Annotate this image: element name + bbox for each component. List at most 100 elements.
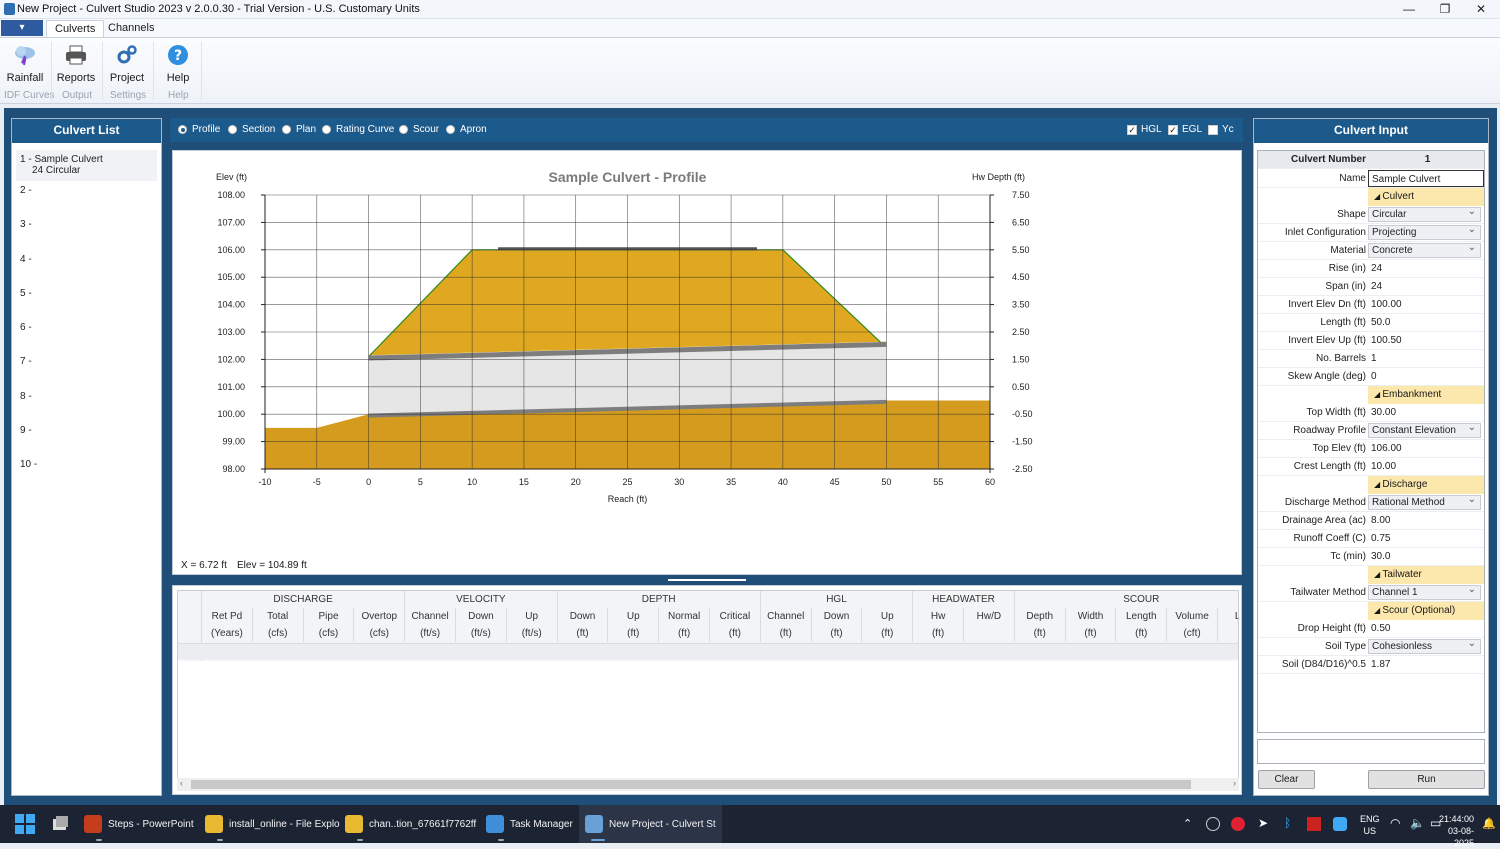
minimize-button[interactable]: — bbox=[1391, 0, 1427, 19]
security-icon[interactable] bbox=[1333, 817, 1347, 831]
restore-button[interactable]: ❐ bbox=[1427, 0, 1463, 19]
taskbar-app[interactable]: install_online - File Explo bbox=[205, 805, 340, 843]
notifications-icon[interactable]: 🔔 bbox=[1482, 817, 1496, 830]
checkbox-yc[interactable]: Yc bbox=[1208, 124, 1234, 135]
property-dropdown[interactable]: Constant Elevation bbox=[1368, 421, 1481, 438]
culvert-list-item-selected[interactable]: 1 - Sample Culvert 24 Circular bbox=[16, 150, 157, 181]
project-button[interactable]: Project bbox=[104, 44, 150, 84]
y2-tick-label: 3.50 bbox=[1012, 300, 1030, 310]
category-embankment[interactable]: ◢ Embankment bbox=[1258, 386, 1484, 404]
horizontal-scrollbar[interactable]: ‹ › bbox=[177, 778, 1239, 791]
property-input[interactable]: 10.00 bbox=[1368, 458, 1484, 475]
clock[interactable]: 21:44:00 03-08-2025 bbox=[1430, 813, 1474, 849]
list-item[interactable]: 5 - bbox=[12, 288, 161, 322]
telegram-icon[interactable]: ➤ bbox=[1258, 816, 1268, 830]
y-tick-label: 98.00 bbox=[222, 464, 245, 474]
cursor-x-readout: X = 6.72 ft bbox=[181, 560, 227, 571]
tray-app-icon[interactable] bbox=[1206, 817, 1220, 831]
wifi-icon[interactable]: ◠ bbox=[1390, 816, 1400, 830]
clear-button[interactable]: Clear bbox=[1258, 770, 1315, 789]
category-scour-optional-[interactable]: ◢ Scour (Optional) bbox=[1258, 602, 1484, 620]
property-label: Length (ft) bbox=[1320, 317, 1366, 328]
y-tick-label: 99.00 bbox=[222, 437, 245, 447]
category-tailwater[interactable]: ◢ Tailwater bbox=[1258, 566, 1484, 584]
property-dropdown[interactable]: Cohesionless bbox=[1368, 637, 1481, 654]
category-header[interactable]: ◢ Tailwater bbox=[1368, 566, 1484, 584]
radio-apron[interactable]: Apron bbox=[446, 124, 487, 135]
language-indicator[interactable]: ENG US bbox=[1360, 813, 1380, 837]
tray-app-icon[interactable] bbox=[1231, 817, 1245, 831]
list-item[interactable]: 10 - bbox=[12, 459, 161, 493]
taskbar-app[interactable]: Task Manager bbox=[486, 805, 573, 843]
category-culvert[interactable]: ◢ Culvert bbox=[1258, 188, 1484, 206]
property-dropdown[interactable]: Projecting bbox=[1368, 223, 1481, 240]
property-input[interactable]: 50.0 bbox=[1368, 314, 1484, 331]
tray-app-icon[interactable] bbox=[1307, 817, 1321, 831]
category-discharge[interactable]: ◢ Discharge bbox=[1258, 476, 1484, 494]
property-dropdown[interactable]: Circular bbox=[1368, 205, 1481, 222]
category-header[interactable]: ◢ Embankment bbox=[1368, 386, 1484, 404]
file-menu-button[interactable]: ▾ bbox=[1, 20, 43, 36]
property-input[interactable]: 100.00 bbox=[1368, 296, 1484, 313]
radio-scour[interactable]: Scour bbox=[399, 124, 439, 135]
property-input[interactable]: 8.00 bbox=[1368, 512, 1484, 529]
list-item[interactable]: 4 - bbox=[12, 254, 161, 288]
volume-icon[interactable]: 🔈 bbox=[1410, 816, 1425, 830]
y2-tick-label: 5.50 bbox=[1012, 245, 1030, 255]
reports-button[interactable]: Reports bbox=[53, 44, 99, 84]
rainfall-button[interactable]: Rainfall bbox=[2, 44, 48, 84]
property-input[interactable]: 1.87 bbox=[1368, 656, 1484, 673]
category-header[interactable]: ◢ Discharge bbox=[1368, 476, 1484, 494]
property-dropdown[interactable]: Channel 1 bbox=[1368, 583, 1481, 600]
property-dropdown[interactable]: Rational Method bbox=[1368, 493, 1481, 510]
radio-section[interactable]: Section bbox=[228, 124, 275, 135]
bluetooth-icon[interactable]: ᛒ bbox=[1284, 816, 1291, 830]
property-input[interactable]: 0.75 bbox=[1368, 530, 1484, 547]
start-button[interactable] bbox=[14, 805, 36, 843]
list-item[interactable]: 7 - bbox=[12, 356, 161, 390]
taskbar-app[interactable]: chan..tion_67661f7762ff bbox=[345, 805, 476, 843]
category-header[interactable]: ◢ Culvert bbox=[1368, 188, 1484, 206]
group-output: Output bbox=[62, 90, 93, 101]
property-input[interactable]: 24 bbox=[1368, 278, 1484, 295]
property-input[interactable]: 30.0 bbox=[1368, 548, 1484, 565]
list-item[interactable]: 9 - bbox=[12, 425, 161, 459]
scrollbar-thumb[interactable] bbox=[191, 780, 1191, 789]
property-input[interactable]: 0.50 bbox=[1368, 620, 1484, 637]
x-tick-label: 40 bbox=[778, 477, 788, 487]
list-item[interactable]: 2 - bbox=[12, 185, 161, 219]
property-label: Invert Elev Dn (ft) bbox=[1288, 299, 1366, 310]
property-input[interactable]: 1 bbox=[1368, 350, 1484, 367]
taskbar-app[interactable]: New Project - Culvert St bbox=[579, 805, 722, 843]
tab-culverts[interactable]: Culverts bbox=[46, 20, 105, 38]
list-item[interactable]: 6 - bbox=[12, 322, 161, 356]
property-dropdown[interactable]: Concrete bbox=[1368, 241, 1481, 258]
category-header[interactable]: ◢ Scour (Optional) bbox=[1368, 602, 1484, 620]
help-button[interactable]: ? Help bbox=[155, 44, 201, 84]
taskbar-app[interactable]: Steps - PowerPoint bbox=[84, 805, 194, 843]
property-input[interactable]: 0 bbox=[1368, 368, 1484, 385]
property-input[interactable]: 106.00 bbox=[1368, 440, 1484, 457]
property-input[interactable]: 24 bbox=[1368, 260, 1484, 277]
run-button[interactable]: Run bbox=[1368, 770, 1485, 789]
property-input[interactable]: 30.00 bbox=[1368, 404, 1484, 421]
list-item[interactable]: 8 - bbox=[12, 391, 161, 425]
close-button[interactable]: ✕ bbox=[1463, 0, 1499, 19]
radio-plan[interactable]: Plan bbox=[282, 124, 316, 135]
radio-label: Apron bbox=[460, 124, 487, 135]
tab-channels[interactable]: Channels bbox=[100, 20, 162, 38]
scroll-right-icon[interactable]: › bbox=[1233, 778, 1236, 788]
profile-chart[interactable]: Sample Culvert - Profile Elev (ft) Hw Dept… bbox=[173, 151, 1241, 574]
panel-splitter[interactable] bbox=[668, 579, 746, 581]
checkbox-hgl[interactable]: ✓ HGL bbox=[1127, 124, 1162, 135]
chevron-up-icon[interactable]: ⌃ bbox=[1183, 817, 1192, 830]
name-input[interactable]: Sample Culvert bbox=[1368, 170, 1484, 187]
list-item[interactable]: 3 - bbox=[12, 219, 161, 253]
table-row[interactable] bbox=[178, 643, 1238, 659]
scroll-left-icon[interactable]: ‹ bbox=[180, 778, 183, 788]
task-view-button[interactable] bbox=[50, 805, 70, 843]
property-input[interactable]: 100.50 bbox=[1368, 332, 1484, 349]
radio-profile[interactable]: Profile bbox=[178, 124, 220, 135]
checkbox-egl[interactable]: ✓ EGL bbox=[1168, 124, 1202, 135]
radio-rating-curve[interactable]: Rating Curve bbox=[322, 124, 394, 135]
